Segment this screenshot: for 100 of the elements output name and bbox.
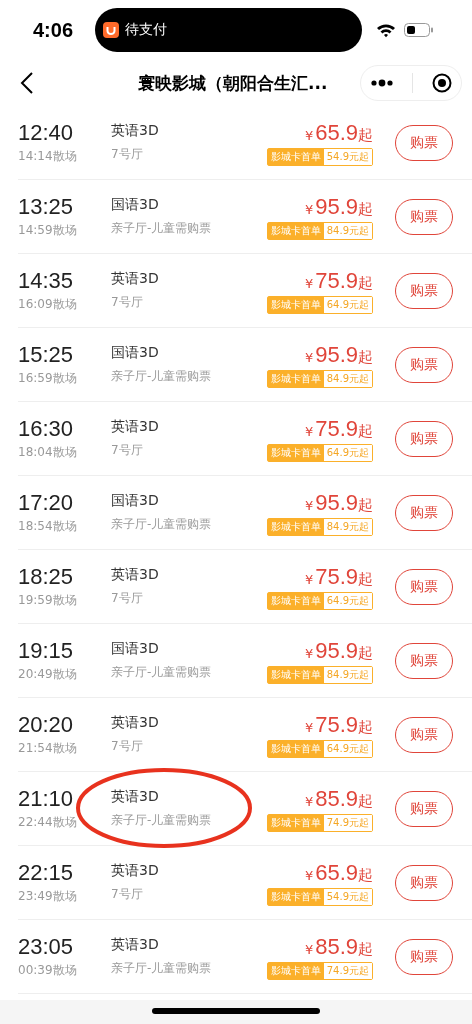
start-time: 14:35 (18, 268, 75, 294)
wifi-icon (376, 22, 396, 38)
movie-format: 英语3D (111, 270, 160, 288)
hall-name: 亲子厅-儿童需购票 (111, 516, 213, 533)
buy-ticket-button[interactable]: 购票 (395, 938, 453, 975)
ticket-price: ¥75.9起 (304, 267, 373, 294)
buy-ticket-button[interactable]: 购票 (395, 642, 453, 679)
card-label: 影城卡首单 (267, 444, 324, 461)
hall-name: 7号厅 (111, 738, 144, 755)
ticket-price: ¥65.9起 (304, 119, 373, 146)
battery-icon (404, 23, 434, 37)
buy-ticket-button[interactable]: 购票 (395, 272, 453, 309)
showtime-row[interactable]: 13:25 14:59散场 国语3D 亲子厅-儿童需购票 ¥95.9起 影城卡首单 84.9元起 购票 (18, 180, 472, 254)
ticket-price: ¥85.9起 (304, 933, 373, 960)
buy-ticket-button[interactable]: 购票 (395, 346, 453, 383)
ticket-price: ¥75.9起 (304, 563, 373, 590)
card-label: 影城卡首单 (267, 888, 324, 905)
card-label: 影城卡首单 (267, 222, 324, 239)
ticket-price: ¥85.9起 (304, 785, 373, 812)
card-label: 影城卡首单 (267, 518, 324, 535)
start-time: 23:05 (18, 934, 75, 960)
showtime-row[interactable]: 19:15 20:49散场 国语3D 亲子厅-儿童需购票 ¥95.9起 影城卡首单 84.9元起 购票 (18, 624, 472, 698)
hall-name: 7号厅 (111, 442, 144, 459)
hall-name: 亲子厅-儿童需购票 (111, 960, 213, 977)
end-time: 19:59散场 (18, 592, 78, 609)
ticket-price: ¥75.9起 (304, 415, 373, 442)
showtime-row[interactable]: 16:30 18:04散场 英语3D 7号厅 ¥75.9起 影城卡首单 64.9元起 购票 (18, 402, 472, 476)
card-label: 影城卡首单 (267, 370, 324, 387)
start-time: 13:25 (18, 194, 75, 220)
showtime-row[interactable]: 23:05 00:39散场 英语3D 亲子厅-儿童需购票 ¥85.9起 影城卡首单 74.9元起 购票 (18, 920, 472, 994)
movie-format: 英语3D (111, 122, 160, 140)
hall-name: 亲子厅-儿童需购票 (111, 220, 213, 237)
start-time: 15:25 (18, 342, 75, 368)
buy-ticket-button[interactable]: 购票 (395, 124, 453, 161)
start-time: 22:15 (18, 860, 75, 886)
showtime-row[interactable]: 12:40 14:14散场 英语3D 7号厅 ¥65.9起 影城卡首单 54.9元起 购票 (18, 106, 472, 180)
ticket-price: ¥65.9起 (304, 859, 373, 886)
start-time: 21:10 (18, 786, 75, 812)
movie-format: 英语3D (111, 936, 160, 954)
end-time: 23:49散场 (18, 888, 78, 905)
back-icon[interactable] (20, 71, 34, 95)
end-time: 00:39散场 (18, 962, 78, 979)
movie-format: 国语3D (111, 492, 160, 510)
hall-name: 7号厅 (111, 886, 144, 903)
activity-pill[interactable]: 待支付 (95, 8, 362, 52)
card-label: 影城卡首单 (267, 740, 324, 757)
end-time: 20:49散场 (18, 666, 78, 683)
ticket-price: ¥75.9起 (304, 711, 373, 738)
end-time: 18:54散场 (18, 518, 78, 535)
buy-ticket-button[interactable]: 购票 (395, 494, 453, 531)
card-label: 影城卡首单 (267, 962, 324, 979)
buy-ticket-button[interactable]: 购票 (395, 864, 453, 901)
end-time: 16:59散场 (18, 370, 78, 387)
showtime-row[interactable]: 20:20 21:54散场 英语3D 7号厅 ¥75.9起 影城卡首单 64.9元起 购票 (18, 698, 472, 772)
movie-format: 国语3D (111, 640, 160, 658)
ticket-price: ¥95.9起 (304, 341, 373, 368)
showtime-row[interactable]: 22:15 23:49散场 英语3D 7号厅 ¥65.9起 影城卡首单 54.9元起 购票 (18, 846, 472, 920)
movie-format: 国语3D (111, 344, 160, 362)
start-time: 17:20 (18, 490, 75, 516)
start-time: 18:25 (18, 564, 75, 590)
activity-label: 待支付 (125, 21, 167, 39)
card-label: 影城卡首单 (267, 148, 324, 165)
end-time: 18:04散场 (18, 444, 78, 461)
buy-ticket-button[interactable]: 购票 (395, 790, 453, 827)
buy-ticket-button[interactable]: 购票 (395, 568, 453, 605)
movie-format: 国语3D (111, 196, 160, 214)
buy-ticket-button[interactable]: 购票 (395, 198, 453, 235)
showtime-row[interactable]: 14:35 16:09散场 英语3D 7号厅 ¥75.9起 影城卡首单 64.9元起 购票 (18, 254, 472, 328)
status-time: 4:06 (33, 18, 75, 42)
hall-name: 7号厅 (111, 146, 144, 163)
showtime-row[interactable]: 18:25 19:59散场 英语3D 7号厅 ¥75.9起 影城卡首单 64.9元起 购票 (18, 550, 472, 624)
app-icon (103, 22, 119, 38)
end-time: 22:44散场 (18, 814, 78, 831)
showtime-row[interactable]: 15:25 16:59散场 国语3D 亲子厅-儿童需购票 ¥95.9起 影城卡首单 84.9元起 购票 (18, 328, 472, 402)
showtime-row[interactable]: 17:20 18:54散场 国语3D 亲子厅-儿童需购票 ¥95.9起 影城卡首单 84.9元起 购票 (18, 476, 472, 550)
ticket-price: ¥95.9起 (304, 489, 373, 516)
more-icon[interactable] (370, 79, 393, 87)
cinema-title: 寰映影城（朝阳合生汇... (138, 71, 329, 95)
hall-name: 7号厅 (111, 294, 144, 311)
movie-format: 英语3D (111, 714, 160, 732)
start-time: 16:30 (18, 416, 75, 442)
movie-format: 英语3D (111, 788, 160, 806)
card-label: 影城卡首单 (267, 592, 324, 609)
start-time: 20:20 (18, 712, 75, 738)
end-time: 14:14散场 (18, 148, 78, 165)
card-label: 影城卡首单 (267, 296, 324, 313)
buy-ticket-button[interactable]: 购票 (395, 420, 453, 457)
movie-format: 英语3D (111, 566, 160, 584)
end-time: 21:54散场 (18, 740, 78, 757)
ticket-price: ¥95.9起 (304, 637, 373, 664)
movie-format: 英语3D (111, 418, 160, 436)
end-time: 16:09散场 (18, 296, 78, 313)
movie-format: 英语3D (111, 862, 160, 880)
end-time: 14:59散场 (18, 222, 78, 239)
card-label: 影城卡首单 (267, 666, 324, 683)
showtime-row[interactable]: 21:10 22:44散场 英语3D 亲子厅-儿童需购票 ¥85.9起 影城卡首单 74.9元起 购票 (18, 772, 472, 846)
hall-name: 亲子厅-儿童需购票 (111, 812, 213, 829)
hall-name: 亲子厅-儿童需购票 (111, 664, 213, 681)
buy-ticket-button[interactable]: 购票 (395, 716, 453, 753)
hall-name: 亲子厅-儿童需购票 (111, 368, 213, 385)
